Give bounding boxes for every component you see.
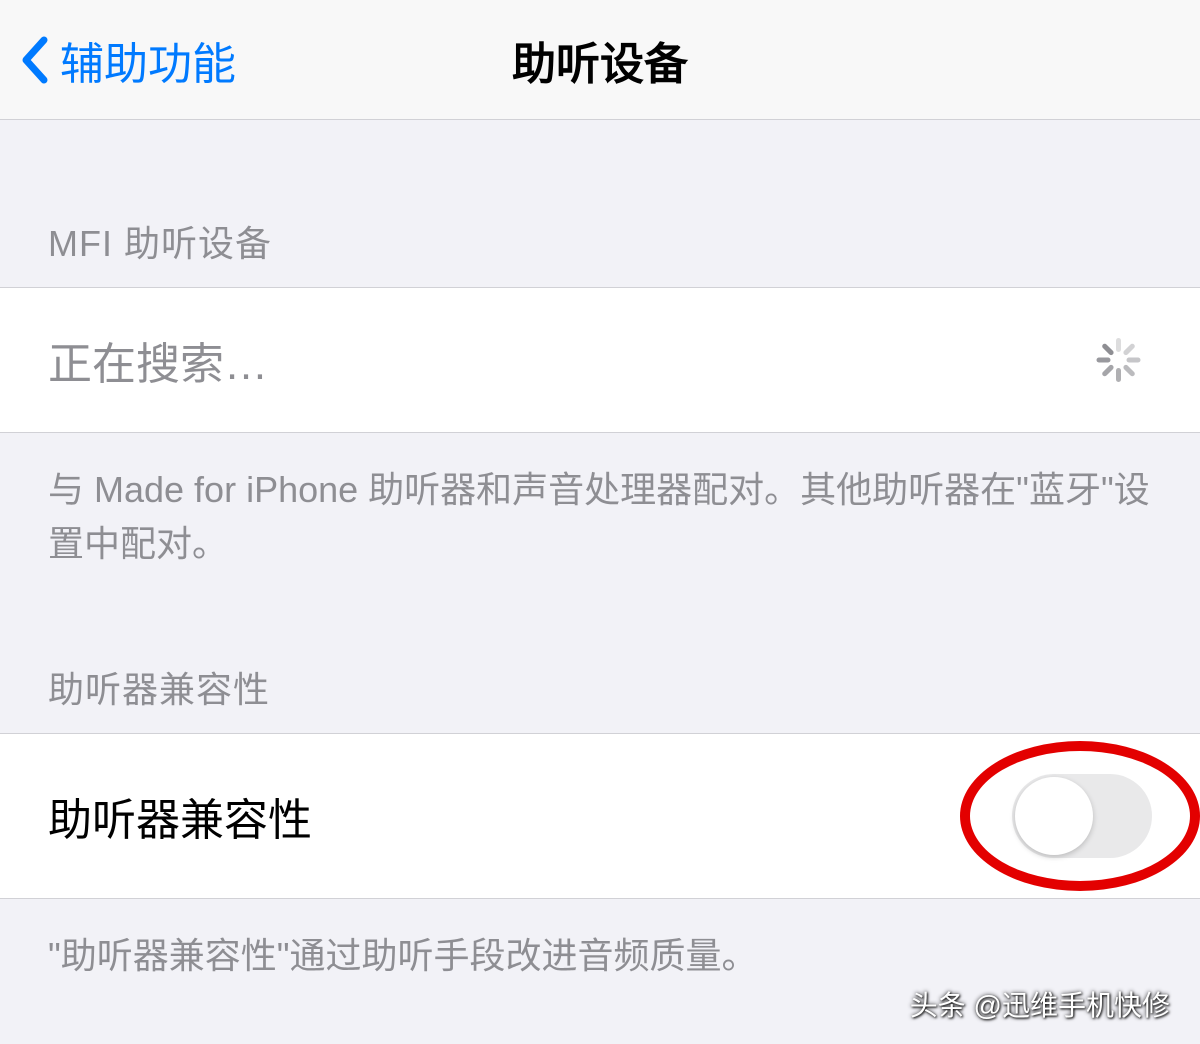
back-label: 辅助功能 [60, 28, 236, 92]
spinner-icon [1094, 336, 1142, 384]
compatibility-label: 助听器兼容性 [48, 784, 312, 848]
back-button[interactable]: 辅助功能 [20, 28, 236, 92]
section-header-mfi: MFI 助听设备 [0, 120, 1200, 287]
compatibility-cell: 助听器兼容性 [0, 733, 1200, 899]
searching-cell: 正在搜索… [0, 287, 1200, 433]
section-footer-mfi: 与 Made for iPhone 助听器和声音处理器配对。其他助听器在"蓝牙"… [0, 433, 1200, 591]
chevron-left-icon [20, 36, 48, 84]
content: MFI 助听设备 正在搜索… 与 Made for iPhone 助听器和声音处… [0, 120, 1200, 1003]
searching-label: 正在搜索… [48, 328, 268, 392]
navigation-bar: 辅助功能 助听设备 [0, 0, 1200, 120]
toggle-knob [1015, 777, 1093, 855]
page-title: 助听设备 [512, 28, 688, 92]
section-header-compatibility: 助听器兼容性 [0, 591, 1200, 733]
watermark: 头条 @迅维手机快修 [910, 984, 1170, 1024]
compatibility-toggle[interactable] [1012, 774, 1152, 858]
